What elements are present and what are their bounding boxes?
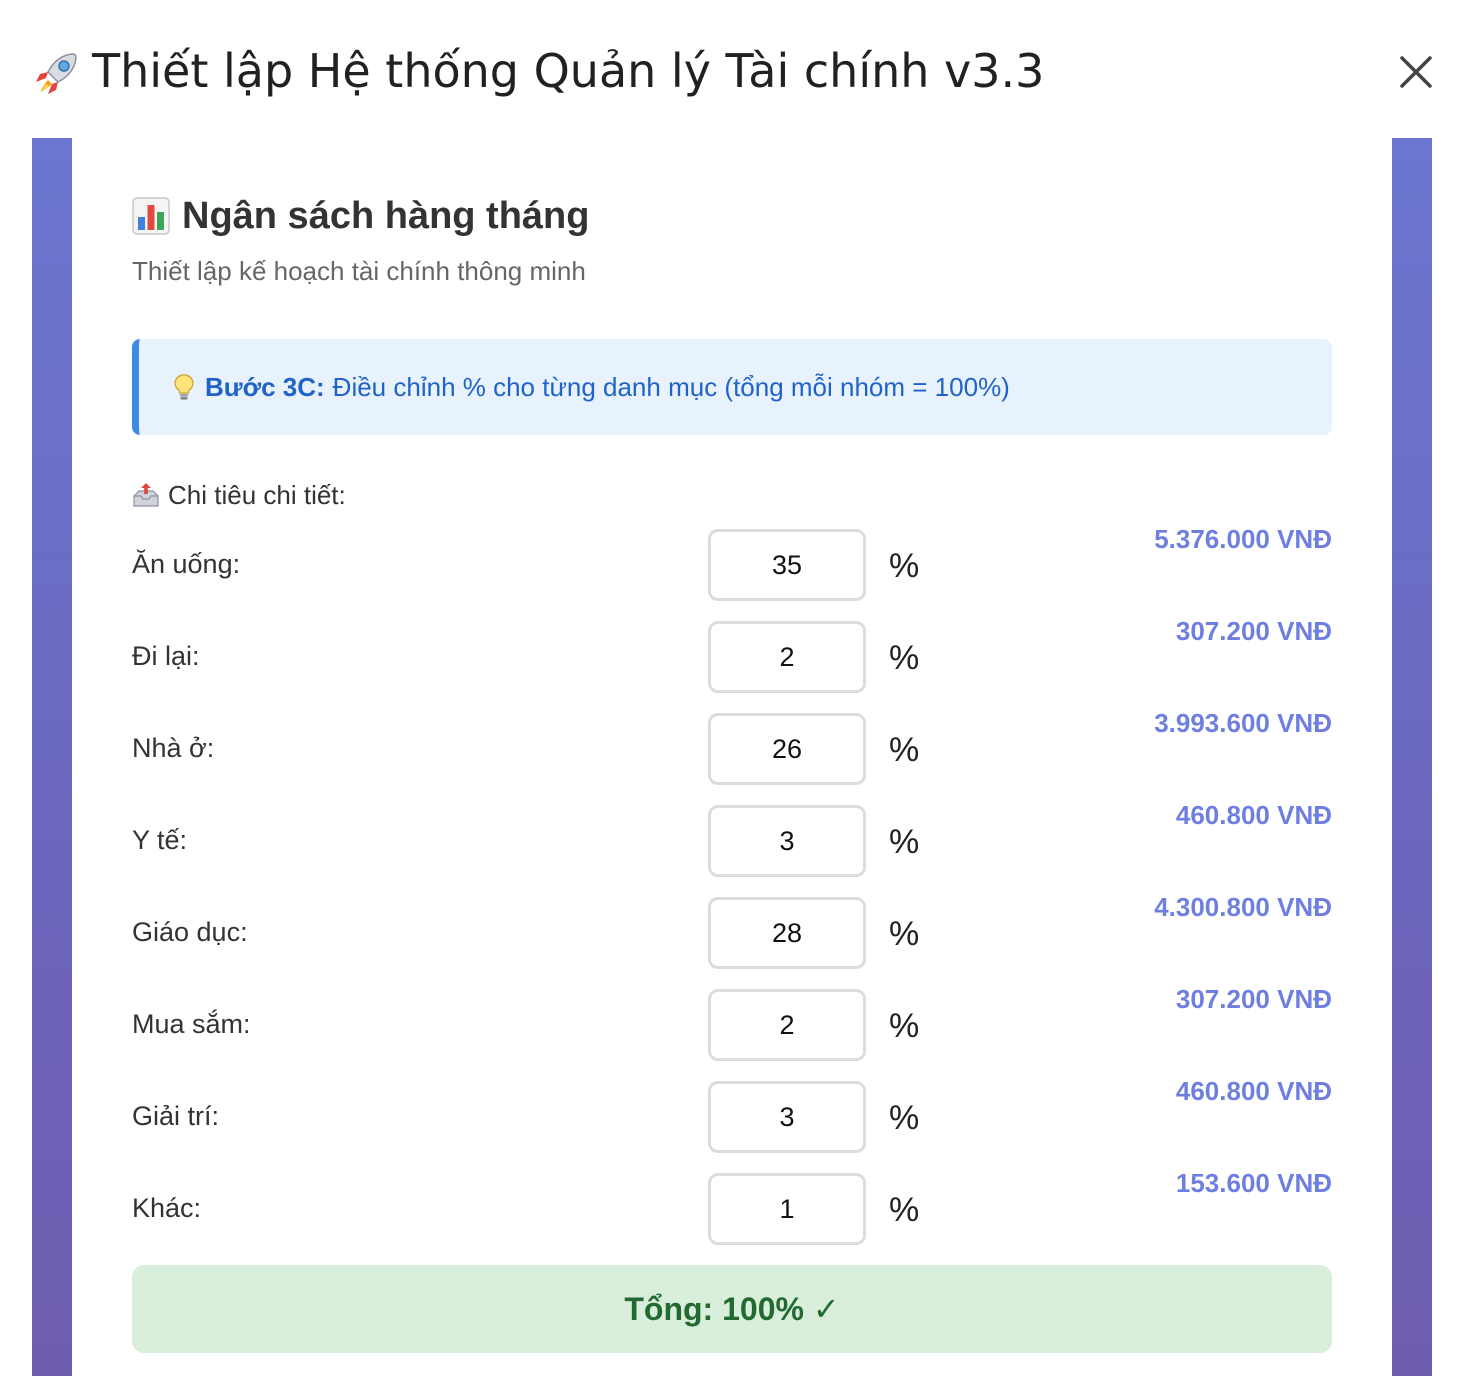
total-status-box: Tổng: 100% ✓ [132,1265,1332,1353]
category-label: Mua sắm: [132,1009,251,1039]
category-row-y-te: Y tế: % 460.800 VNĐ [132,800,1332,877]
percent-sign: % [889,639,920,677]
category-amount: 307.200 VNĐ [1175,984,1332,1014]
category-amount: 4.300.800 VNĐ [1154,892,1332,922]
panel-title: Ngân sách hàng tháng [182,194,590,237]
section-label: Chi tiêu chi tiết: [132,478,346,512]
step-description: Điều chỉnh % cho từng danh mục (tổng mỗi… [332,371,1010,402]
percent-sign: % [889,1007,920,1045]
percent-sign: % [889,1191,920,1229]
percent-input-giai-tri[interactable] [708,1081,866,1153]
category-row-khac: Khác: % 153.600 VNĐ [132,1168,1332,1245]
section-title: Chi tiêu chi tiết: [168,479,346,510]
outbox-tray-icon [133,483,159,507]
percent-sign: % [889,547,920,585]
category-row-mua-sam: Mua sắm: % 307.200 VNĐ [132,984,1332,1061]
category-label: Nhà ở: [132,733,215,763]
category-label: Khác: [132,1193,202,1223]
percent-sign: % [889,915,920,953]
category-amount: 460.800 VNĐ [1175,800,1332,830]
step-label: Bước 3C: [205,371,325,402]
budget-panel: Ngân sách hàng tháng Thiết lập kế hoạch … [72,138,1392,1376]
total-status: Tổng: 100% ✓ [624,1291,840,1327]
category-label: Đi lại: [132,641,200,671]
rocket-icon [36,53,77,94]
lightbulb-icon [174,374,194,400]
percent-input-di-lai[interactable] [708,621,866,693]
percent-input-giao-duc[interactable] [708,897,866,969]
category-label: Y tế: [132,825,188,855]
category-amount: 5.376.000 VNĐ [1154,524,1332,554]
dialog-title-bar: Thiết lập Hệ thống Quản lý Tài chính v3.… [0,0,1466,138]
percent-sign: % [889,731,920,769]
category-row-giai-tri: Giải trí: % 460.800 VNĐ [132,1076,1332,1153]
percent-input-nha-o[interactable] [708,713,866,785]
category-row-an-uong: Ăn uống: % 5.376.000 VNĐ [132,524,1332,601]
close-icon[interactable] [1392,48,1440,96]
category-row-nha-o: Nhà ở: % 3.993.600 VNĐ [132,708,1332,785]
category-amount: 3.993.600 VNĐ [1154,708,1332,738]
category-label: Giáo dục: [132,917,248,947]
panel-heading: Ngân sách hàng tháng [132,192,589,240]
percent-sign: % [889,1099,920,1137]
percent-sign: % [889,823,920,861]
percent-input-mua-sam[interactable] [708,989,866,1061]
dialog-title: Thiết lập Hệ thống Quản lý Tài chính v3.… [92,44,1045,98]
category-label: Giải trí: [132,1101,220,1131]
percent-input-an-uong[interactable] [708,529,866,601]
category-amount: 153.600 VNĐ [1175,1168,1332,1198]
category-amount: 307.200 VNĐ [1175,616,1332,646]
bar-chart-icon [132,197,170,235]
category-row-giao-duc: Giáo dục: % 4.300.800 VNĐ [132,892,1332,969]
category-row-di-lai: Đi lại: % 307.200 VNĐ [132,616,1332,693]
category-label: Ăn uống: [132,549,241,579]
percent-input-y-te[interactable] [708,805,866,877]
step-info-box: Bước 3C: Điều chỉnh % cho từng danh mục … [132,339,1332,435]
category-amount: 460.800 VNĐ [1175,1076,1332,1106]
setup-dialog: Thiết lập Hệ thống Quản lý Tài chính v3.… [0,0,1466,1376]
percent-input-khac[interactable] [708,1173,866,1245]
panel-subtitle: Thiết lập kế hoạch tài chính thông minh [132,256,586,286]
